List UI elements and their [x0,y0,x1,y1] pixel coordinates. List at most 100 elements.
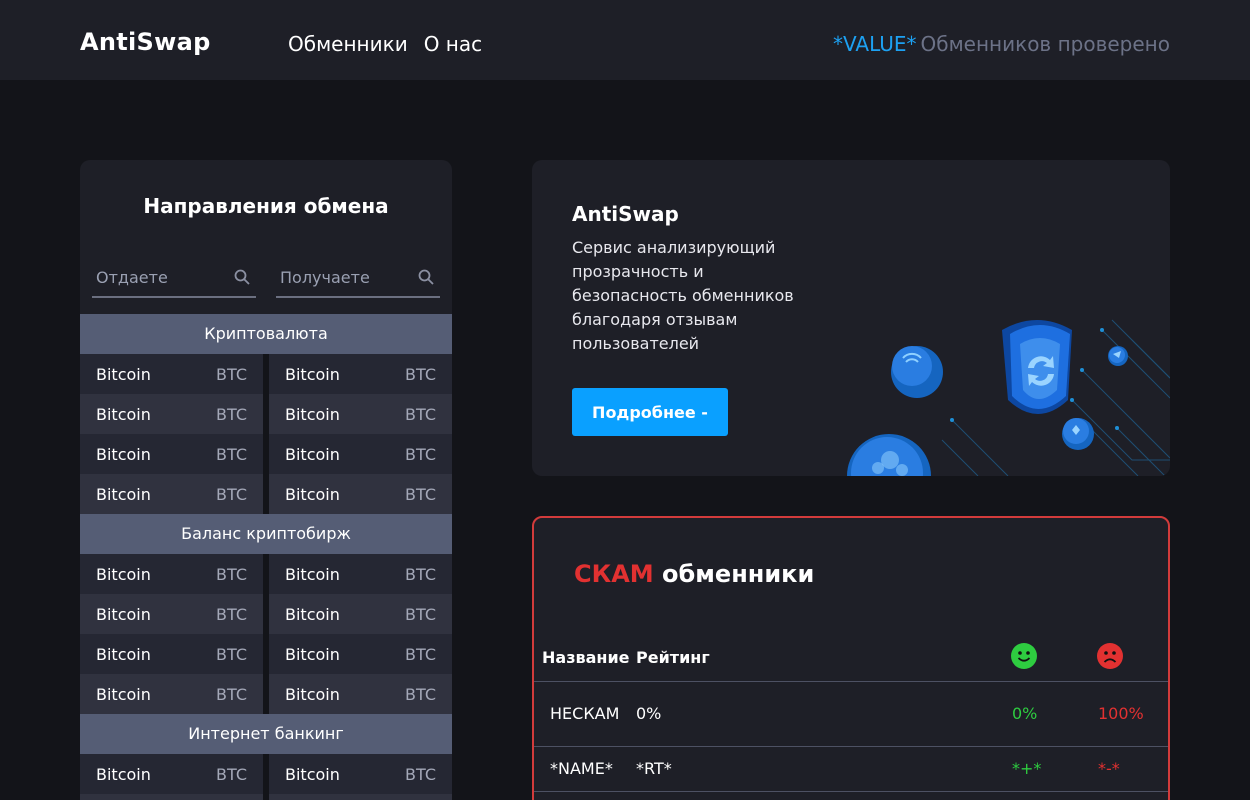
currency-name: Bitcoin [96,364,151,384]
get-currency-column: Bitcoin BTC Bitcoin BTC Bitcoin BTC Bitcoin BTC [269,554,452,714]
currency-code: BTC [405,484,436,504]
scam-table-header: Название Рейтинг [534,638,1168,682]
get-search-box [276,256,440,298]
category-rows: Bitcoin BTC Bitcoin BTC Bitcoin BTC Bitcoin BTC… [80,354,452,514]
currency-name: Bitcoin [96,444,151,464]
currency-item[interactable]: Bitcoin BTC [269,594,452,634]
direction-lists: Криптовалюта Bitcoin BTC Bitcoin BTC Bitcoin B… [80,314,452,800]
currency-code: BTC [405,404,436,424]
search-icon[interactable] [418,269,434,285]
currency-item[interactable]: BitcoinBTC [269,434,452,474]
table-row[interactable]: НЕСКАМ 0% 0% 100% [534,682,1168,747]
about-title: AntiSwap [572,202,679,226]
currency-code: BTC [216,404,247,424]
currency-code: BTC [405,604,436,624]
currency-item[interactable]: Bitcoin BTC [80,394,263,434]
currency-item[interactable]: BitcoinBTC [80,794,263,800]
site-logo[interactable]: AntiSwap [80,28,211,56]
nav-link-about[interactable]: О нас [424,32,482,56]
currency-item[interactable]: Bitcoin BTC [80,474,263,514]
currency-item[interactable]: Bitcoin BTC [269,474,452,514]
about-description: Сервис анализирующий прозрачность и безо… [572,238,794,353]
exchange-directions-panel: Направления обмена Криптовалюта Bitcoin BT… [80,160,452,800]
scam-title-highlight: СКАМ [574,560,654,588]
table-row[interactable]: *NAME* *RT* *+* *-* [534,747,1168,792]
currency-item[interactable]: Bitcoin BTC [269,554,452,594]
currency-code: BTC [216,564,247,584]
column-header-name: Название [542,648,630,667]
get-search-input[interactable] [280,264,410,290]
currency-name: Bitcoin [96,604,151,624]
search-icon[interactable] [234,269,250,285]
currency-item[interactable]: Bitcoin BTC [80,594,263,634]
currency-code: BTC [405,764,436,784]
currency-item[interactable]: Bitcoin BTC [80,674,263,714]
category-rows: Bitcoin BTC Bitcoin BTC Bitcoin BTC Bitcoin BTC… [80,554,452,714]
exchanger-rating: 0% [636,704,662,723]
currency-name: Bitcoin [96,684,151,704]
currency-code: BTC [405,564,436,584]
exchanger-rating: *RT* [636,759,672,778]
give-currency-column: BitcoinBTCBitcoinBTC [80,754,263,800]
currency-name: Bitcoin [285,644,340,664]
currency-item[interactable]: Bitcoin BTC [80,634,263,674]
currency-item[interactable]: BitcoinBTC [80,434,263,474]
currency-item[interactable]: Bitcoin BTC [269,394,452,434]
category-header[interactable]: Интернет банкинг [80,714,452,754]
scam-title: СКАМ обменники [574,560,814,588]
currency-name: Bitcoin [96,564,151,584]
currency-name: Bitcoin [96,644,151,664]
currency-name: Bitcoin [285,404,340,424]
exchanger-name[interactable]: *NAME* [550,759,613,778]
direction-search [92,256,440,298]
column-header-rating: Рейтинг [636,648,710,667]
currency-code: BTC [216,684,247,704]
directions-title: Направления обмена [143,194,389,218]
currency-code: BTC [405,364,436,384]
currency-code: BTC [405,644,436,664]
smile-face-icon [1011,643,1037,669]
category-header[interactable]: Криптовалюта [80,314,452,354]
give-currency-column: Bitcoin BTC Bitcoin BTC Bitcoin BTC Bitcoin BTC [80,354,263,514]
exchanger-name[interactable]: НЕСКАМ [550,704,619,723]
checked-count-value: *VALUE* [832,32,917,56]
currency-item[interactable]: BitcoinBTC [80,754,263,794]
currency-name: Bitcoin [285,604,340,624]
currency-item[interactable]: BitcoinBTC [269,794,452,800]
currency-name: Bitcoin [285,564,340,584]
currency-item[interactable]: BitcoinBTC [269,754,452,794]
nav-link-exchangers[interactable]: Обменники [288,32,408,56]
currency-code: BTC [216,764,247,784]
get-currency-column: BitcoinBTCBitcoinBTC [269,754,452,800]
currency-item[interactable]: Bitcoin BTC [269,674,452,714]
main-nav: Обменники О нас [288,32,482,56]
category-header[interactable]: Баланс криптобирж [80,514,452,554]
positive-percent: 0% [1012,704,1038,723]
checked-count-label: Обменников проверено [920,32,1171,56]
more-button[interactable]: Подробнее - [572,388,728,436]
negative-percent: *-* [1098,759,1120,778]
currency-code: BTC [216,644,247,664]
give-search-input[interactable] [96,264,226,290]
get-currency-column: Bitcoin BTC Bitcoin BTC Bitcoin BTC Bitcoin BTC [269,354,452,514]
currency-name: Bitcoin [96,404,151,424]
currency-item[interactable]: Bitcoin BTC [269,634,452,674]
currency-code: BTC [216,604,247,624]
currency-name: Bitcoin [96,484,151,504]
currency-code: BTC [405,684,436,704]
currency-name: Bitcoin [285,684,340,704]
currency-item[interactable]: BitcoinBTC [80,354,263,394]
checked-exchangers-counter: *VALUE* Обменников проверено [833,32,1170,56]
scam-exchangers-card: СКАМ обменники Название Рейтинг НЕСКАМ 0… [532,516,1170,800]
currency-code: BTC [405,444,436,464]
top-header: AntiSwap Обменники О нас *VALUE* Обменник… [0,0,1250,80]
category-rows: BitcoinBTCBitcoinBTCBitcoinBTCBitcoinBTC [80,754,452,800]
shield-illustration-icon [847,319,1170,476]
currency-name: Bitcoin [285,484,340,504]
give-search-box [92,256,256,298]
currency-code: BTC [216,484,247,504]
negative-percent: 100% [1098,704,1144,723]
give-currency-column: Bitcoin BTC Bitcoin BTC Bitcoin BTC Bitcoin BTC [80,554,263,714]
currency-item[interactable]: Bitcoin BTC [80,554,263,594]
currency-item[interactable]: BitcoinBTC [269,354,452,394]
